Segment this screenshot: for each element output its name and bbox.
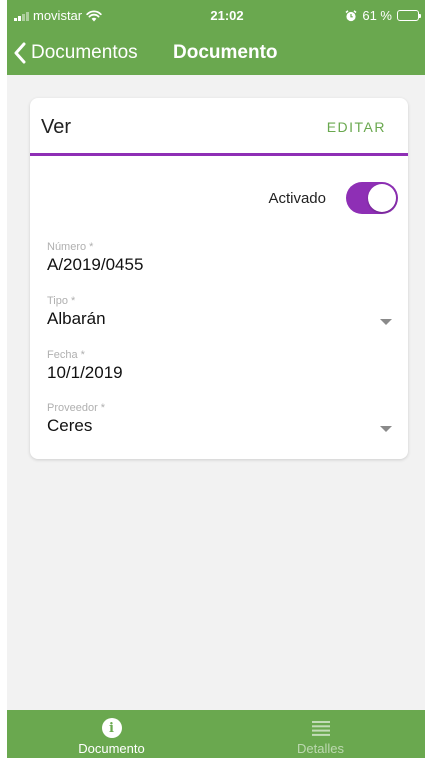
proveedor-select[interactable]: Proveedor * Ceres xyxy=(47,402,392,436)
fecha-value: 10/1/2019 xyxy=(47,363,123,382)
activated-row: Activado xyxy=(268,182,398,214)
card-header: Ver EDITAR xyxy=(30,98,408,156)
activated-label: Activado xyxy=(268,189,326,207)
card-title: Ver xyxy=(41,116,72,138)
tab-detalles[interactable]: Detalles xyxy=(216,710,425,758)
status-bar: movistar 21:02 61 % xyxy=(7,0,425,30)
app-screen: movistar 21:02 61 % Documentos Documento… xyxy=(7,0,425,758)
battery-icon xyxy=(397,10,421,21)
page-title: Documento xyxy=(173,42,278,63)
tab-detalles-label: Detalles xyxy=(297,741,344,756)
back-label: Documentos xyxy=(31,42,138,63)
tipo-value: Albarán xyxy=(47,309,106,328)
tab-bar: i Documento Detalles xyxy=(7,710,425,758)
alarm-icon xyxy=(345,9,357,21)
tipo-select[interactable]: Tipo * Albarán xyxy=(47,295,392,329)
proveedor-label: Proveedor * xyxy=(47,402,106,414)
back-button[interactable]: Documentos xyxy=(13,36,138,70)
app-header: movistar 21:02 61 % Documentos Documento xyxy=(7,0,425,75)
dropdown-arrow-icon xyxy=(380,319,392,325)
dropdown-arrow-icon xyxy=(380,426,392,432)
list-icon xyxy=(311,721,330,736)
proveedor-value: Ceres xyxy=(47,416,93,435)
tab-documento[interactable]: i Documento xyxy=(7,710,216,758)
fecha-field[interactable]: Fecha * 10/1/2019 xyxy=(47,349,392,383)
activated-toggle[interactable] xyxy=(346,182,398,214)
battery-percent: 61 % xyxy=(362,8,392,23)
chevron-left-icon xyxy=(14,42,26,64)
nav-bar: Documentos Documento xyxy=(7,36,425,70)
document-card: Ver EDITAR Activado Número * A/2019/0455… xyxy=(30,98,408,459)
edit-button[interactable]: EDITAR xyxy=(327,119,386,135)
numero-field[interactable]: Número * A/2019/0455 xyxy=(47,241,392,275)
status-right: 61 % xyxy=(345,8,421,23)
toggle-knob xyxy=(368,184,396,212)
numero-label: Número * xyxy=(47,241,94,253)
numero-value: A/2019/0455 xyxy=(47,255,144,274)
tipo-label: Tipo * xyxy=(47,295,76,307)
info-icon: i xyxy=(101,718,122,738)
fecha-label: Fecha * xyxy=(47,349,85,361)
tab-documento-label: Documento xyxy=(78,741,145,756)
